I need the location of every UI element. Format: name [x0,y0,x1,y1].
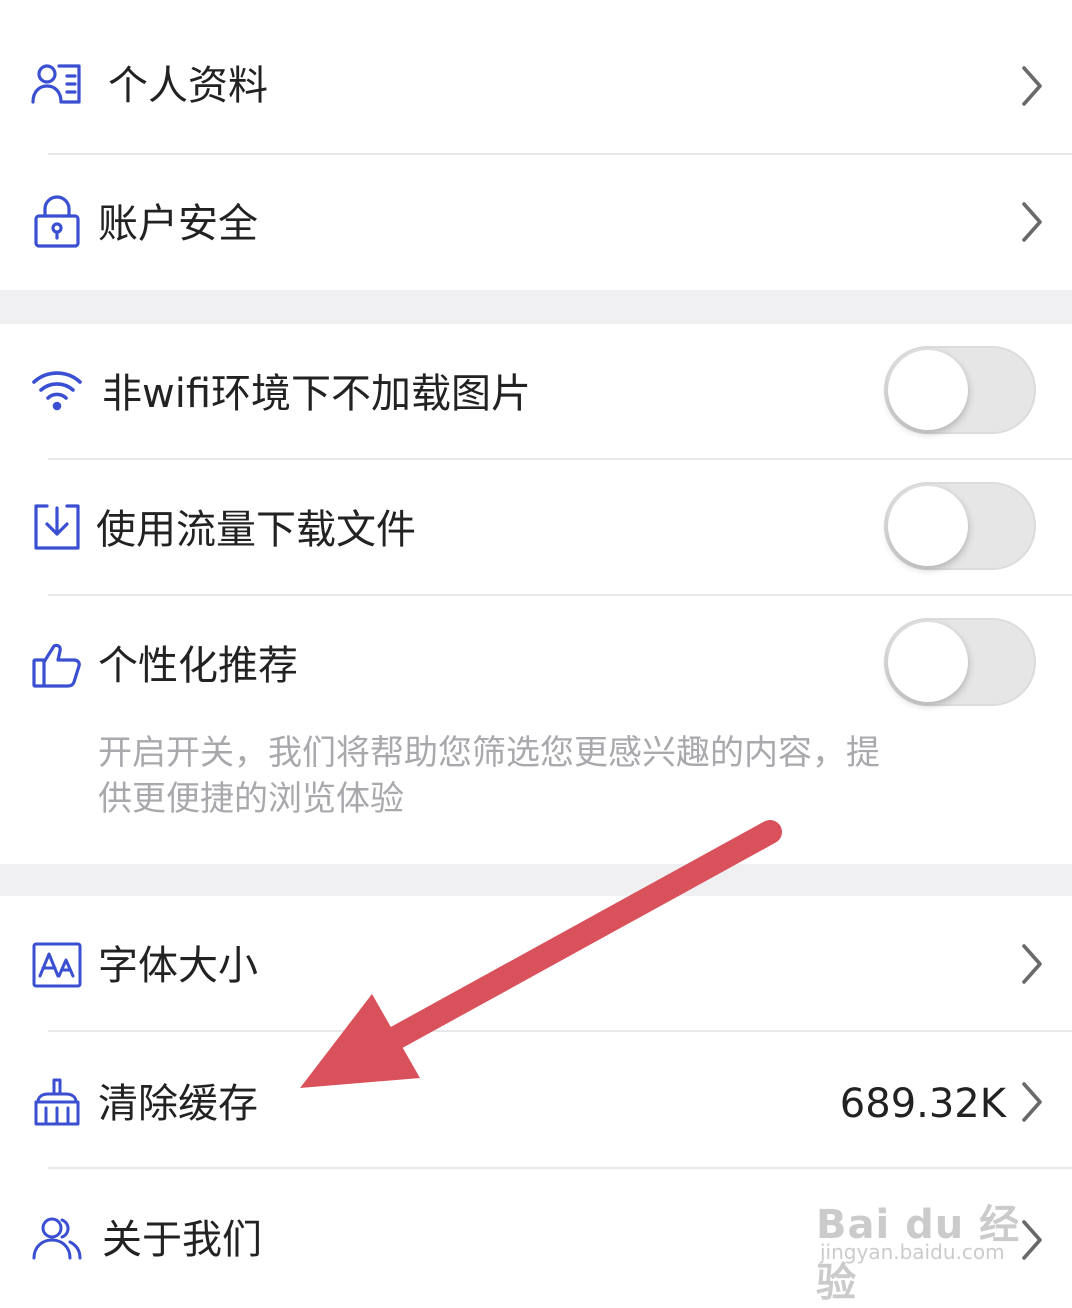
row-font-size[interactable]: 字体大小 [0,896,1072,1032]
row-wifi-images-label: 非wifi环境下不加载图片 [102,371,532,417]
row-data-download: 使用流量下载文件 [0,460,1072,596]
toggle-knob [888,486,968,566]
row-about-label: 关于我们 [102,1217,262,1263]
wifi-images-toggle[interactable] [884,346,1036,434]
row-data-download-label: 使用流量下载文件 [96,507,416,553]
thumbs-up-icon [30,638,84,692]
font-size-icon [30,938,84,992]
row-profile-label: 个人资料 [108,63,268,109]
data-download-toggle[interactable] [884,482,1036,570]
divider [48,1167,1072,1169]
recommend-description: 开启开关，我们将帮助您筛选您更感兴趣的内容，提供更便捷的浏览体验 [98,733,880,819]
row-recommend-label: 个性化推荐 [98,643,298,689]
chevron-right-icon [1018,62,1046,110]
row-clear-cache[interactable]: 清除缓存 689.32K [0,1032,1072,1168]
baidu-jingyan-watermark: Bai du 经验 jingyan.baidu.com [816,1192,1046,1306]
row-security-label: 账户安全 [98,201,258,247]
divider [48,153,1072,155]
row-profile[interactable]: 个人资料 [0,18,1072,154]
watermark-sub: jingyan.baidu.com [820,1240,1005,1264]
section-separator [0,290,1072,324]
cache-size-value: 689.32K [839,1081,1006,1127]
toggle-knob [888,350,968,430]
section-separator [0,864,1072,896]
recommend-toggle[interactable] [884,618,1036,706]
chevron-right-icon [1018,940,1046,988]
chevron-right-icon [1018,198,1046,246]
row-wifi-images: 非wifi环境下不加载图片 [0,324,1072,460]
row-recommend: 个性化推荐 [0,596,1072,732]
row-font-size-label: 字体大小 [98,943,258,989]
row-clear-cache-label: 清除缓存 [98,1081,258,1127]
lock-icon [30,194,84,248]
group-users-icon [30,1212,84,1266]
chevron-right-icon [1018,1078,1046,1126]
profile-card-icon [30,58,84,112]
toggle-knob [888,622,968,702]
row-security[interactable]: 账户安全 [0,156,1072,292]
broom-icon [30,1076,84,1130]
download-icon [30,500,84,554]
wifi-icon [30,362,84,416]
